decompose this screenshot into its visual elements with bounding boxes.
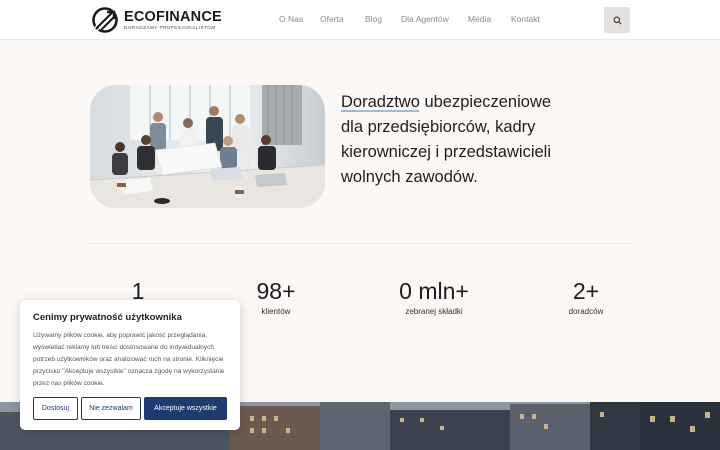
hero-image bbox=[90, 85, 325, 208]
brand-logo[interactable]: ECOFINANCE DORADZAMY PROFESJONALISTOM bbox=[91, 5, 222, 35]
hero-line-3: kierowniczej i przedstawicieli bbox=[341, 143, 551, 161]
hero-heading: Doradztwo ubezpieczeniowe dla przedsiębi… bbox=[341, 90, 601, 190]
stat-label: doradców bbox=[568, 307, 604, 316]
section-divider bbox=[90, 243, 630, 244]
nav-item-kontakt[interactable]: Kontakt bbox=[511, 14, 540, 24]
site-header: ECOFINANCE DORADZAMY PROFESJONALISTOM O … bbox=[0, 0, 720, 40]
customize-cookies-button[interactable]: Dostosuj bbox=[33, 397, 78, 420]
nav-item-o-nas[interactable]: O Nas bbox=[279, 14, 303, 24]
stat-advisors: 2+ doradców bbox=[526, 278, 646, 316]
nav-item-media[interactable]: Media bbox=[468, 14, 491, 24]
stat-premium: 0 mln+ zebranej składki bbox=[374, 278, 494, 316]
nav-item-blog[interactable]: Blog bbox=[365, 14, 382, 24]
brand-name: ECOFINANCE bbox=[124, 8, 222, 25]
hero-line-4: wolnych zawodów. bbox=[341, 168, 478, 186]
nav-item-oferta[interactable]: Oferta bbox=[320, 14, 344, 24]
search-icon bbox=[613, 16, 622, 25]
hero-accent-underline bbox=[341, 110, 419, 112]
ecofinance-logo-icon bbox=[92, 7, 118, 33]
reject-cookies-button[interactable]: Nie zezwalam bbox=[81, 397, 141, 420]
brand-tagline: DORADZAMY PROFESJONALISTOM bbox=[124, 24, 216, 30]
stat-value: 0 mln+ bbox=[399, 278, 469, 304]
stat-value: 2+ bbox=[572, 278, 600, 304]
stat-label: zebranej składki bbox=[405, 307, 463, 316]
search-button[interactable] bbox=[604, 7, 630, 33]
accept-all-cookies-button[interactable]: Akceptuje wszystkie bbox=[144, 397, 227, 420]
hero-line-2: dla przedsiębiorców, kadry bbox=[341, 118, 536, 136]
cookie-title: Cenimy prywatność użytkownika bbox=[33, 312, 182, 323]
team-meeting-photo bbox=[90, 85, 325, 208]
cookie-description: Używamy plików cookie, aby poprawić jako… bbox=[33, 332, 225, 387]
nav-item-dla-agentow[interactable]: Dla Agentów bbox=[401, 14, 449, 24]
